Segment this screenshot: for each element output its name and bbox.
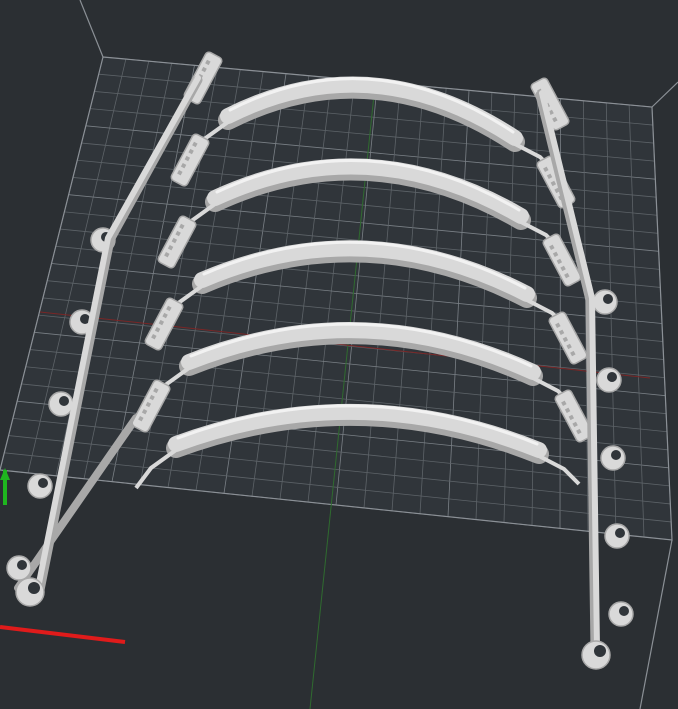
right-hook — [600, 445, 626, 471]
hook-hole — [59, 396, 69, 406]
left-hook — [48, 391, 74, 417]
bed-edge — [651, 81, 678, 108]
right-hook — [604, 523, 630, 549]
hook-hole — [611, 450, 621, 460]
right-hook — [596, 367, 622, 393]
bed-edge — [639, 539, 673, 709]
right-hook — [592, 289, 618, 315]
bottom-right-hook-hole — [594, 645, 606, 657]
left-hook — [6, 555, 32, 581]
hook-hole — [603, 294, 613, 304]
hook-hole — [17, 560, 27, 570]
hook-hole — [38, 478, 48, 488]
hook-hole — [607, 372, 617, 382]
x-axis-indicator — [0, 625, 126, 644]
right-hook — [608, 601, 634, 627]
left-hook — [27, 473, 53, 499]
3d-viewport[interactable] — [0, 0, 678, 709]
hook-hole — [615, 528, 625, 538]
hook-hole — [619, 606, 629, 616]
print-bed-scene[interactable] — [0, 0, 678, 709]
bed-edge — [79, 0, 104, 58]
bottom-left-hook-hole — [28, 582, 40, 594]
